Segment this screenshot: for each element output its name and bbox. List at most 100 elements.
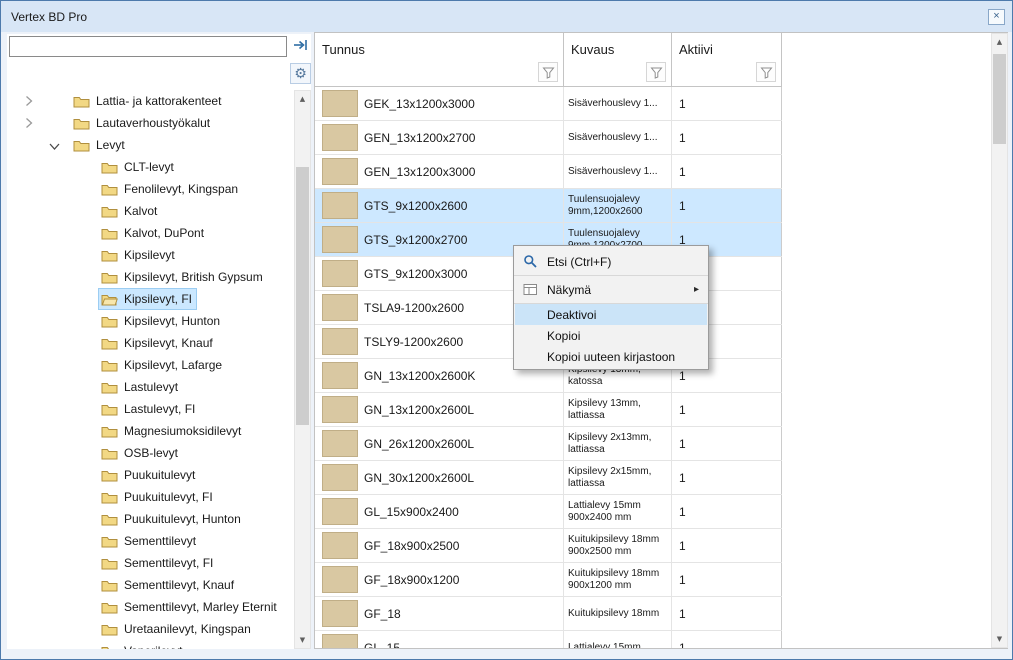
tree-item[interactable]: Kipsilevyt, British Gypsum — [7, 266, 294, 288]
tree-item[interactable]: OSB-levyt — [7, 442, 294, 464]
tree-item-content[interactable]: Magnesiumoksidilevyt — [99, 421, 245, 441]
tree-item[interactable]: Kalvot, DuPont — [7, 222, 294, 244]
filter-icon[interactable] — [538, 62, 558, 82]
tree-item-content[interactable]: Uretaanilevyt, Kingspan — [99, 619, 255, 639]
tree-item[interactable]: Puukuitulevyt, Hunton — [7, 508, 294, 530]
tree-item-content[interactable]: Kipsilevyt, British Gypsum — [99, 267, 267, 287]
menu-item-kopioi-uuteen-kirjastoon[interactable]: Kopioi uuteen kirjastoon — [514, 346, 708, 367]
tree-item[interactable]: Kipsilevyt, Hunton — [7, 310, 294, 332]
tree-item-content[interactable]: Lautaverhoustyökalut — [71, 113, 214, 133]
tree-item-content[interactable]: Puukuitulevyt — [99, 465, 199, 485]
table-scrollbar-thumb[interactable] — [993, 54, 1006, 144]
tree-item[interactable]: Magnesiumoksidilevyt — [7, 420, 294, 442]
tree-item[interactable]: Vanerilevyt — [7, 640, 294, 649]
tree-item[interactable]: Kipsilevyt — [7, 244, 294, 266]
tree-item[interactable]: Sementtilevyt, Knauf — [7, 574, 294, 596]
tree-item[interactable]: Kipsilevyt, FI — [7, 288, 294, 310]
column-header-aktiivi[interactable]: Aktiivi — [672, 33, 782, 87]
table-row[interactable]: GF_18x900x2500Kuitukipsilevy 18mm 900x25… — [315, 529, 782, 563]
chevron-collapsed-icon[interactable] — [25, 118, 35, 129]
tree-item[interactable]: CLT-levyt — [7, 156, 294, 178]
gear-icon[interactable]: ⚙ — [290, 63, 311, 84]
tree-item-content[interactable]: Sementtilevyt, FI — [99, 553, 217, 573]
scroll-up-icon[interactable]: ▲ — [295, 91, 310, 107]
tree-item[interactable]: Lautaverhoustyökalut — [7, 112, 294, 134]
tree-item-content[interactable]: Kalvot — [99, 201, 161, 221]
folder-icon — [101, 205, 118, 218]
table-row[interactable]: GF_18Kuitukipsilevy 18mm1 — [315, 597, 782, 631]
tree-item-content[interactable]: Puukuitulevyt, FI — [99, 487, 217, 507]
tree-item[interactable]: Sementtilevyt — [7, 530, 294, 552]
table-scrollbar[interactable]: ▲ ▼ — [991, 33, 1008, 648]
scroll-down-icon[interactable]: ▼ — [992, 631, 1007, 647]
tree-item[interactable]: Puukuitulevyt, FI — [7, 486, 294, 508]
tree-item-content[interactable]: Levyt — [71, 135, 129, 155]
table-row[interactable]: GL_15Lattialevy 15mm1 — [315, 631, 782, 648]
tree-item[interactable]: Kipsilevyt, Lafarge — [7, 354, 294, 376]
submenu-arrow-icon: ▸ — [694, 284, 699, 295]
tree-item-content[interactable]: Kipsilevyt, FI — [99, 289, 196, 309]
column-header-kuvaus[interactable]: Kuvaus — [564, 33, 672, 87]
tree-item-content[interactable]: Fenolilevyt, Kingspan — [99, 179, 242, 199]
tree-item[interactable]: Sementtilevyt, FI — [7, 552, 294, 574]
table-row[interactable]: GEN_13x1200x3000Sisäverhouslevy 1...1 — [315, 155, 782, 189]
table-row[interactable]: GN_30x1200x2600LKipsilevy 2x15mm, lattia… — [315, 461, 782, 495]
tree-item[interactable]: Levyt — [7, 134, 294, 156]
tree-item[interactable]: Kipsilevyt, Knauf — [7, 332, 294, 354]
tree-item-content[interactable]: OSB-levyt — [99, 443, 182, 463]
tree-item-content[interactable]: Sementtilevyt — [99, 531, 200, 551]
aktiivi-cell: 1 — [672, 529, 782, 562]
aktiivi-value: 1 — [679, 369, 686, 383]
scroll-down-icon[interactable]: ▼ — [295, 632, 310, 648]
tree-item-label: Kalvot, DuPont — [124, 226, 204, 240]
tree-item-content[interactable]: Kalvot, DuPont — [99, 223, 208, 243]
scroll-up-icon[interactable]: ▲ — [992, 34, 1007, 50]
tree-item[interactable]: Sementtilevyt, Marley Eternit — [7, 596, 294, 618]
tree-item[interactable]: Fenolilevyt, Kingspan — [7, 178, 294, 200]
tree-item-content[interactable]: Vanerilevyt — [99, 641, 186, 649]
tree-item-content[interactable]: Sementtilevyt, Marley Eternit — [99, 597, 281, 617]
table-row[interactable]: GEK_13x1200x3000Sisäverhouslevy 1...1 — [315, 87, 782, 121]
filter-icon[interactable] — [756, 62, 776, 82]
table-row[interactable]: GN_13x1200x2600LKipsilevy 13mm, lattiass… — [315, 393, 782, 427]
tree-scrollbar[interactable]: ▲ ▼ — [294, 90, 311, 649]
tree-item-label: Sementtilevyt, Knauf — [124, 578, 234, 592]
chevron-expanded-icon[interactable] — [49, 140, 59, 151]
tree-item-content[interactable]: Sementtilevyt, Knauf — [99, 575, 238, 595]
table-row[interactable]: GF_18x900x1200Kuitukipsilevy 18mm 900x12… — [315, 563, 782, 597]
table-row[interactable]: GEN_13x1200x2700Sisäverhouslevy 1...1 — [315, 121, 782, 155]
close-icon[interactable]: × — [988, 9, 1005, 25]
tree-item[interactable]: Puukuitulevyt — [7, 464, 294, 486]
table-row[interactable]: GTS_9x1200x2600Tuulensuojalevy 9mm,1200x… — [315, 189, 782, 223]
column-header-tunnus[interactable]: Tunnus — [315, 33, 564, 87]
tree-item-content[interactable]: Lattia- ja kattorakenteet — [71, 91, 225, 111]
chevron-collapsed-icon[interactable] — [25, 96, 35, 107]
tree-item[interactable]: Uretaanilevyt, Kingspan — [7, 618, 294, 640]
tree-item[interactable]: Lattia- ja kattorakenteet — [7, 90, 294, 112]
aktiivi-value: 1 — [679, 505, 686, 519]
tree-item-content[interactable]: Puukuitulevyt, Hunton — [99, 509, 245, 529]
item-thumbnail — [322, 226, 358, 253]
menu-item-etsi-ctrl-f[interactable]: Etsi (Ctrl+F) — [514, 248, 708, 275]
filter-icon[interactable] — [646, 62, 666, 82]
search-input[interactable] — [9, 36, 287, 57]
menu-item-deaktivoi[interactable]: Deaktivoi — [515, 304, 707, 325]
tree-item[interactable]: Lastulevyt, FI — [7, 398, 294, 420]
sidebar: ⚙ Lattia- ja kattorakenteetLautaverhoust… — [7, 34, 311, 649]
kuvaus-value: Kuitukipsilevy 18mm — [568, 608, 659, 620]
tree-item-content[interactable]: Lastulevyt, FI — [99, 399, 199, 419]
tree-item-content[interactable]: Lastulevyt — [99, 377, 182, 397]
tree-item[interactable]: Lastulevyt — [7, 376, 294, 398]
tree-item-content[interactable]: CLT-levyt — [99, 157, 178, 177]
tree-item-content[interactable]: Kipsilevyt, Lafarge — [99, 355, 226, 375]
tree-item-content[interactable]: Kipsilevyt, Hunton — [99, 311, 224, 331]
menu-item-n-kym[interactable]: Näkymä▸ — [514, 276, 708, 303]
tree-item[interactable]: Kalvot — [7, 200, 294, 222]
search-go-button[interactable] — [290, 36, 311, 57]
tree-scrollbar-thumb[interactable] — [296, 167, 309, 425]
menu-item-kopioi[interactable]: Kopioi — [514, 325, 708, 346]
tree-item-content[interactable]: Kipsilevyt, Knauf — [99, 333, 217, 353]
table-row[interactable]: GN_26x1200x2600LKipsilevy 2x13mm, lattia… — [315, 427, 782, 461]
tree-item-content[interactable]: Kipsilevyt — [99, 245, 179, 265]
table-row[interactable]: GL_15x900x2400Lattialevy 15mm 900x2400 m… — [315, 495, 782, 529]
